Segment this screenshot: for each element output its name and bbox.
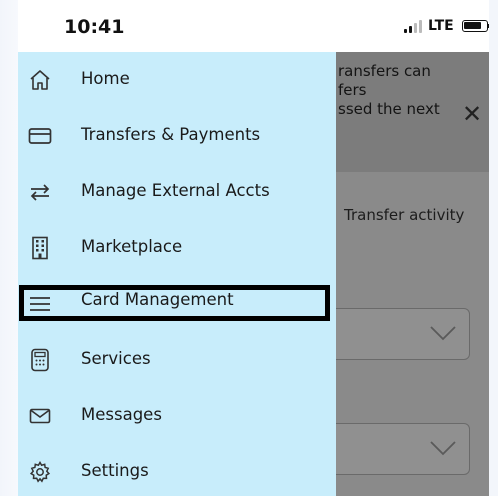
page-edge-right <box>489 0 498 496</box>
highlight-box <box>19 285 330 321</box>
menu-item-messages[interactable]: Messages <box>18 388 336 444</box>
menu-item-transfers-payments[interactable]: Transfers & Payments <box>18 108 336 164</box>
status-time: 10:41 <box>64 16 125 38</box>
network-type: LTE <box>428 18 454 34</box>
page-edge-left <box>0 0 18 496</box>
info-banner: ransfers can fers ssed the next ✕ <box>336 52 489 172</box>
status-indicators: LTE <box>404 18 489 34</box>
menu-item-home[interactable]: Home <box>18 52 336 108</box>
menu-item-services[interactable]: Services <box>18 332 336 388</box>
dropdown-select[interactable] <box>336 423 470 475</box>
banner-line: fers <box>338 81 367 99</box>
navigation-drawer: Home Transfers & Payments Manage Externa… <box>18 52 336 496</box>
gear-icon <box>28 460 52 484</box>
menu-item-marketplace[interactable]: Marketplace <box>18 220 336 276</box>
screenshot-frame: 10:41 LTE ransfers can fers ssed the nex… <box>0 0 498 496</box>
signal-strength-icon <box>404 19 422 33</box>
menu-item-label: Manage External Accts <box>81 181 270 200</box>
menu-item-settings[interactable]: Settings <box>18 444 336 496</box>
home-icon <box>28 68 52 92</box>
swap-arrows-icon <box>28 180 52 204</box>
status-bar: 10:41 LTE <box>18 0 489 52</box>
chevron-down-icon <box>430 441 456 456</box>
menu-item-manage-external-accts[interactable]: Manage External Accts <box>18 164 336 220</box>
banner-line: ssed the next <box>338 100 440 118</box>
chevron-down-icon <box>430 326 456 341</box>
menu-item-label: Home <box>81 69 130 88</box>
menu-item-label: Messages <box>81 405 162 424</box>
building-icon <box>28 236 52 260</box>
phone-screen: 10:41 LTE ransfers can fers ssed the nex… <box>18 0 489 496</box>
menu-item-label: Settings <box>81 461 149 480</box>
transfer-activity-label: Transfer activity <box>344 206 465 224</box>
banner-line: ransfers can <box>338 62 431 80</box>
menu-item-label: Marketplace <box>81 237 183 256</box>
calculator-icon <box>28 348 52 372</box>
menu-item-label: Transfers & Payments <box>81 125 261 144</box>
close-icon[interactable]: ✕ <box>462 102 482 126</box>
dimmed-underlying-screen[interactable]: ransfers can fers ssed the next ✕ Transf… <box>336 52 489 496</box>
menu-item-label: Services <box>81 349 151 368</box>
credit-card-icon <box>28 124 52 148</box>
dropdown-select[interactable] <box>336 308 470 360</box>
battery-icon <box>461 20 489 32</box>
banner-text: ransfers can fers ssed the next <box>338 62 458 119</box>
envelope-icon <box>28 404 52 428</box>
